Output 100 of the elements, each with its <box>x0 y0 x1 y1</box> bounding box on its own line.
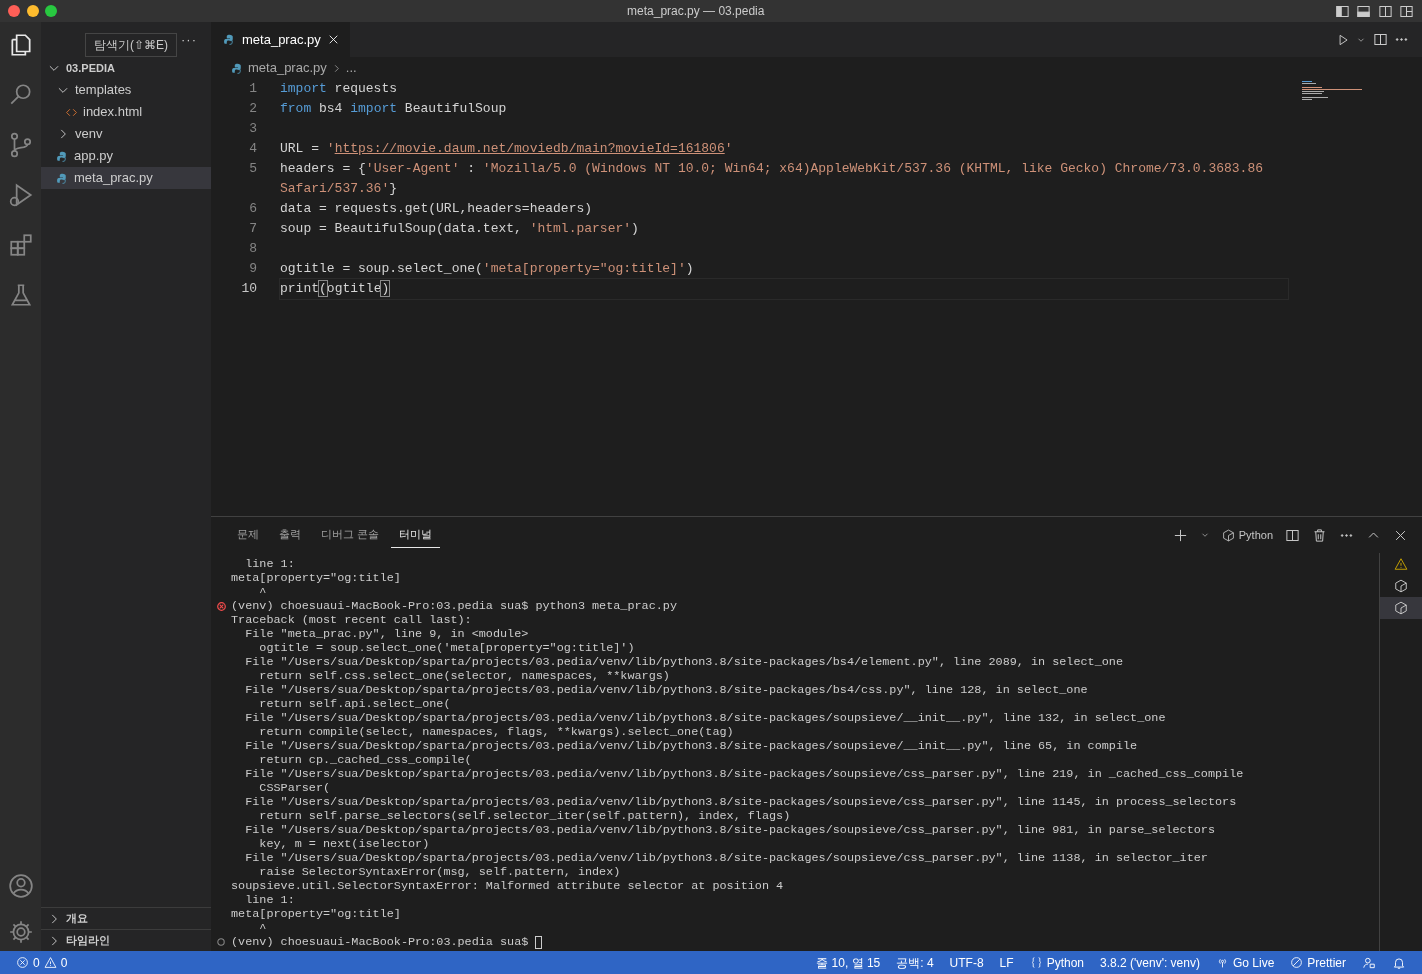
terminal-output: CSSParser( <box>258 781 331 795</box>
terminal-command: (venv) choesuaui-MacBook-Pro:03.pedia sua$ python3 meta_prac.py <box>231 599 677 613</box>
problems-button[interactable]: 0 0 <box>8 953 76 972</box>
split-editor-icon[interactable] <box>1285 527 1300 543</box>
settings-icon[interactable] <box>7 918 34 945</box>
code-line: ogtitle = soup.select_one('meta[property="og:title]') <box>279 260 695 278</box>
line-number: 6 <box>248 200 257 218</box>
code-line: import requests <box>279 80 399 98</box>
split-editor-icon[interactable] <box>1372 32 1388 47</box>
panel-tab[interactable]: 출력 <box>271 522 309 548</box>
warning-icon <box>43 956 57 969</box>
terminal-output: return cp._cached_css_compile( <box>258 753 472 767</box>
cube-icon <box>1221 528 1235 542</box>
panel-tab[interactable]: 디버그 콘솔 <box>313 522 388 548</box>
tooltip: 탐색기(⇧⌘E) <box>85 33 177 57</box>
terminal-list-item[interactable] <box>1380 597 1422 619</box>
line-number: 7 <box>248 220 257 238</box>
cube-icon <box>1394 579 1408 593</box>
status-item[interactable]: 공백: 4 <box>888 953 942 972</box>
extensions-icon[interactable] <box>7 232 34 258</box>
status-item[interactable]: Go Live <box>1207 953 1283 972</box>
feedback-icon[interactable] <box>1362 955 1376 970</box>
editor-tab[interactable]: meta_prac.py <box>211 22 350 57</box>
code-line: data = requests.get(URL,headers=headers) <box>279 200 594 218</box>
terminal-output: File "/Users/sua/Desktop/sparta/projects/03.pedia/venv/lib/python3.8/site-packages/soupsieve/css_parser.py", line 1145, in process_selectors <box>244 795 1237 809</box>
terminal-output: File "/Users/sua/Desktop/sparta/projects/03.pedia/venv/lib/python3.8/site-packages/soupsieve/__init__.py", line 132, in select_one <box>244 711 1166 725</box>
command-decoration-icon[interactable] <box>217 938 225 946</box>
folder-header[interactable]: 03.PEDIA <box>41 57 211 79</box>
more-button[interactable]: ··· <box>181 29 197 50</box>
status-item[interactable]: LF <box>991 953 1022 972</box>
panel-layout-icon[interactable] <box>1356 3 1371 19</box>
python-file-icon <box>231 61 244 75</box>
window-control[interactable] <box>8 5 20 17</box>
breadcrumb-item[interactable]: meta_prac.py <box>248 58 327 78</box>
line-number: 5 <box>248 160 257 178</box>
terminal-output: soupsieve.util.SelectorSyntaxError: Malformed attribute selector at position 4 <box>231 879 784 893</box>
error-icon <box>16 956 29 969</box>
terminal-command: (venv) choesuaui-MacBook-Pro:03.pedia sua$ <box>231 935 530 949</box>
line-number: 3 <box>248 120 257 138</box>
terminal-output: return self.api.select_one( <box>258 697 451 711</box>
terminal-output: ^ <box>258 921 267 935</box>
status-item[interactable]: Prettier <box>1282 953 1354 972</box>
line-number: 1 <box>248 80 257 98</box>
code-line: URL = 'https://movie.daum.net/moviedb/main?movieId=161806' <box>279 140 734 158</box>
window-control[interactable] <box>26 5 39 17</box>
window-control[interactable] <box>45 5 57 17</box>
code-line: from bs4 import BeautifulSoup <box>279 100 508 118</box>
warning-icon <box>1394 557 1408 571</box>
sidebar-layout-icon[interactable] <box>1334 3 1350 19</box>
play-bug-icon[interactable] <box>7 182 34 208</box>
terminal-output: File "/Users/sua/Desktop/sparta/projects/03.pedia/venv/lib/python3.8/site-packages/soupsieve/css_parser.py", line 219, in _cached_css_compile <box>244 767 1244 781</box>
section-header[interactable]: 개요 <box>41 907 211 929</box>
window-title: meta_prac.py — 03.pedia <box>626 3 766 20</box>
terminal-output: return self.css.select_one(selector, namespaces, **kwargs) <box>258 669 670 683</box>
tree-item[interactable]: index.html <box>41 101 211 123</box>
python-file-icon <box>223 33 236 46</box>
status-item[interactable]: 줄 10, 열 15 <box>808 953 889 972</box>
terminal-output: File "/Users/sua/Desktop/sparta/projects/03.pedia/venv/lib/python3.8/site-packages/soupsieve/css_parser.py", line 981, in parse_selectors <box>244 823 1216 837</box>
braces-icon <box>1029 956 1043 969</box>
code-line: soup = BeautifulSoup(data.text, 'html.parser') <box>279 220 640 238</box>
terminal-output: ogtitle = soup.select_one('meta[property="og:title]') <box>258 641 635 655</box>
line-number: 8 <box>248 240 257 258</box>
error-decoration-icon[interactable] <box>216 601 226 611</box>
terminal-output: ^ <box>258 585 267 599</box>
terminal-output: meta[property="og:title] <box>231 571 401 585</box>
account-icon[interactable] <box>7 873 34 899</box>
line-number: 2 <box>248 100 257 118</box>
status-item[interactable]: Python <box>1021 953 1092 972</box>
python-file-icon <box>56 149 69 163</box>
terminal-output: return self.parse_selectors(self.selector_iter(self.pattern), index, flags) <box>258 809 791 823</box>
trash-icon[interactable] <box>1312 527 1327 543</box>
terminal-output: return compile(select, namespaces, flags, **kwargs).select_one(tag) <box>258 725 734 739</box>
status-item[interactable]: UTF-8 <box>941 953 992 972</box>
terminal-output: key, m = next(iselector) <box>258 837 430 851</box>
tree-item[interactable]: app.py <box>41 145 211 167</box>
terminal-output: File "meta_prac.py", line 9, in <module> <box>244 627 529 641</box>
status-item[interactable]: 3.8.2 ('venv': venv) <box>1092 953 1208 972</box>
terminal-output: raise SelectorSyntaxError(msg, self.pattern, index) <box>258 865 621 879</box>
grid-layout-icon[interactable] <box>1399 3 1414 19</box>
python-file-icon <box>56 171 69 185</box>
line-number: 10 <box>240 280 257 298</box>
panel-tab[interactable]: 터미널 <box>391 522 441 548</box>
tree-item[interactable]: meta_prac.py <box>41 167 211 189</box>
terminal-output: File "/Users/sua/Desktop/sparta/projects/03.pedia/venv/lib/python3.8/site-packages/bs4/css.py", line 128, in select_one <box>244 683 1088 697</box>
tree-item[interactable]: venv <box>41 123 211 145</box>
terminal-output: File "/Users/sua/Desktop/sparta/projects/03.pedia/venv/lib/python3.8/site-packages/bs4/element.py", line 2089, in select_one <box>244 655 1123 669</box>
terminal-output: line 1: <box>244 893 295 907</box>
terminal-button[interactable]: Python <box>1217 524 1277 546</box>
terminal-output: File "/Users/sua/Desktop/sparta/projects/03.pedia/venv/lib/python3.8/site-packages/soupsieve/css_parser.py", line 1138, in selector_iter <box>244 851 1208 865</box>
breadcrumb-item[interactable]: ... <box>345 58 357 78</box>
terminal-output: Traceback (most recent call last): <box>231 613 472 627</box>
tree-item[interactable]: templates <box>41 79 211 101</box>
line-number: 4 <box>248 140 257 158</box>
terminal-output: File "/Users/sua/Desktop/sparta/projects/03.pedia/venv/lib/python3.8/site-packages/soupsieve/__init__.py", line 65, in compile <box>244 739 1138 753</box>
split-layout-icon[interactable] <box>1377 3 1393 19</box>
bell-icon[interactable] <box>1392 955 1406 970</box>
cube-icon <box>1394 601 1408 615</box>
line-number: 9 <box>248 260 257 278</box>
plus-icon[interactable] <box>1172 527 1188 543</box>
panel-tab[interactable]: 문제 <box>229 522 267 548</box>
